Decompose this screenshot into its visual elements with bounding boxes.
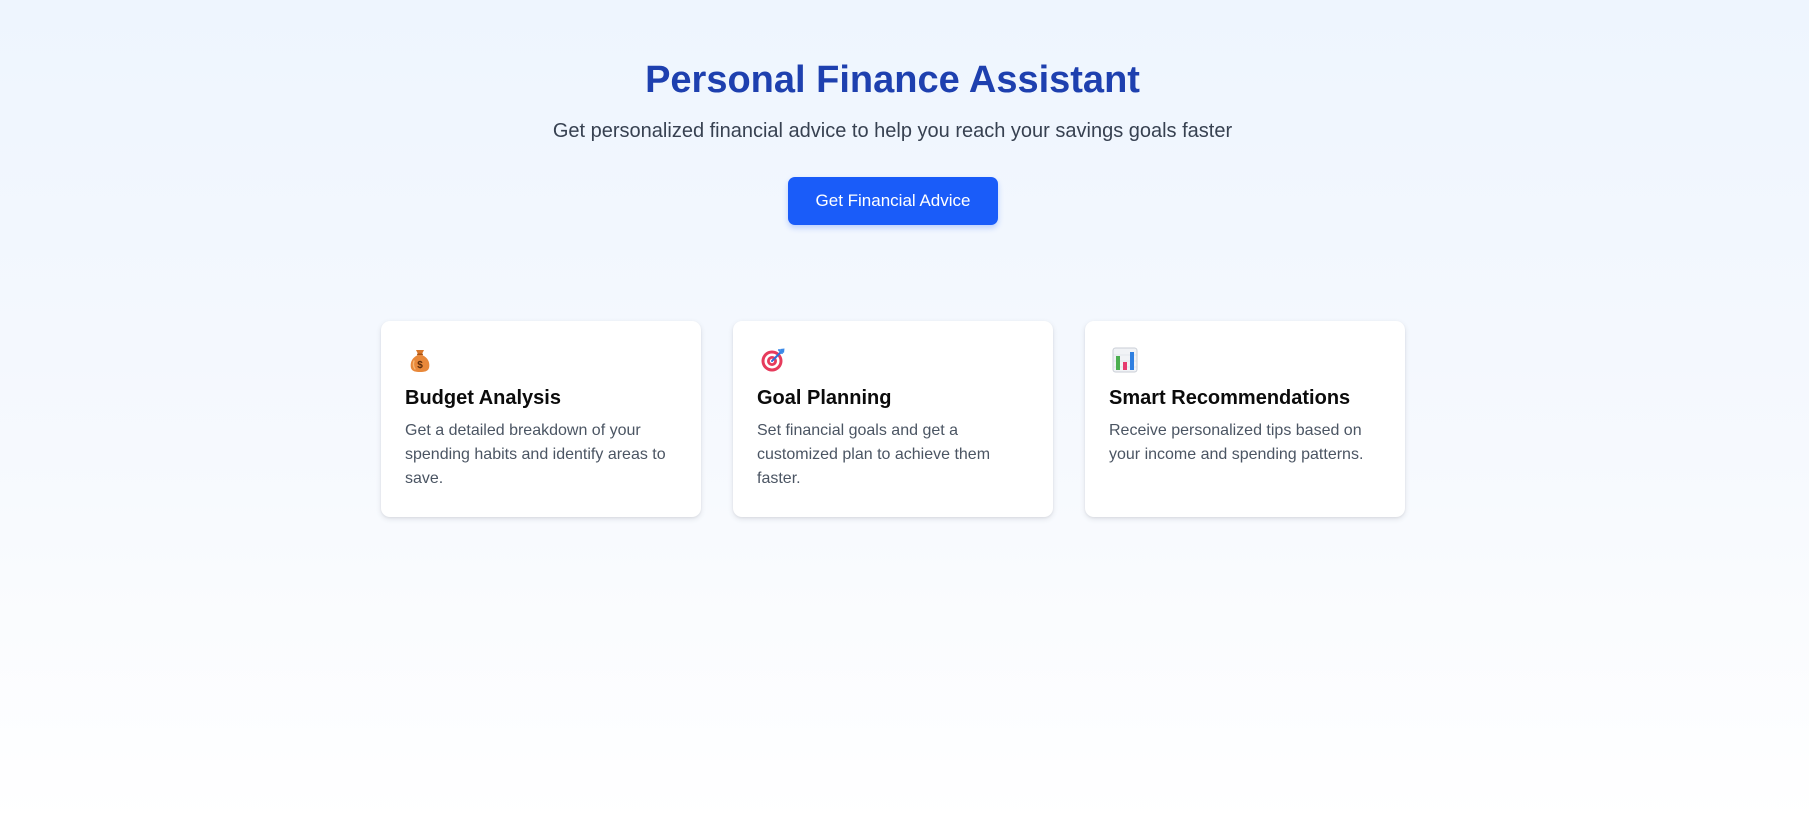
card-title: Smart Recommendations [1109,387,1351,409]
page-subtitle: Get personalized financial advice to hel… [552,120,1233,142]
page: Personal Finance Assistant Get personali… [0,0,1809,823]
feature-card-budget-analysis: $ Budget Analysis Get a detailed breakdo… [381,321,701,517]
bar-chart-icon [1112,347,1381,373]
get-financial-advice-button[interactable]: Get Financial Advice [788,177,998,225]
target-icon [760,347,1029,373]
card-description: Get a detailed breakdown of your spendin… [405,422,666,487]
feature-cards: $ Budget Analysis Get a detailed breakdo… [381,321,1405,517]
svg-text:$: $ [417,360,423,371]
money-bag-icon: $ [408,347,677,373]
card-description: Set financial goals and get a customized… [757,422,991,487]
feature-card-smart-recommendations: Smart Recommendations Receive personaliz… [1085,321,1405,517]
feature-card-goal-planning: Goal Planning Set financial goals and ge… [733,321,1053,517]
card-description: Receive personalized tips based on your … [1109,422,1364,463]
card-title: Budget Analysis [405,387,561,409]
card-title: Goal Planning [757,387,892,409]
page-title: Personal Finance Assistant [645,59,1140,101]
